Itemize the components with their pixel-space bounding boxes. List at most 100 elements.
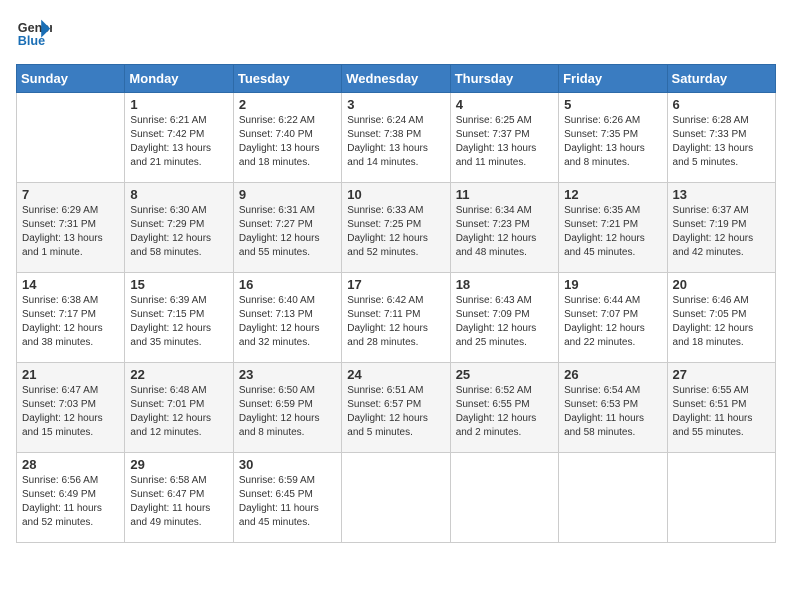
calendar-cell: 18 Sunrise: 6:43 AM Sunset: 7:09 PM Dayli…	[450, 273, 558, 363]
calendar-cell: 29 Sunrise: 6:58 AM Sunset: 6:47 PM Dayli…	[125, 453, 233, 543]
day-number: 17	[347, 277, 444, 292]
calendar-cell: 27 Sunrise: 6:55 AM Sunset: 6:51 PM Dayli…	[667, 363, 775, 453]
day-info: Sunrise: 6:52 AM Sunset: 6:55 PM Dayligh…	[456, 384, 553, 440]
day-info: Sunrise: 6:28 AM Sunset: 7:33 PM Dayligh…	[673, 114, 770, 170]
calendar-header-thursday: Thursday	[450, 65, 558, 93]
day-info: Sunrise: 6:58 AM Sunset: 6:47 PM Dayligh…	[130, 474, 227, 530]
day-number: 24	[347, 367, 444, 382]
day-info: Sunrise: 6:47 AM Sunset: 7:03 PM Dayligh…	[22, 384, 119, 440]
day-info: Sunrise: 6:29 AM Sunset: 7:31 PM Dayligh…	[22, 204, 119, 260]
day-number: 25	[456, 367, 553, 382]
calendar-cell: 13 Sunrise: 6:37 AM Sunset: 7:19 PM Dayli…	[667, 183, 775, 273]
calendar-week-4: 21 Sunrise: 6:47 AM Sunset: 7:03 PM Dayli…	[17, 363, 776, 453]
calendar-cell: 20 Sunrise: 6:46 AM Sunset: 7:05 PM Dayli…	[667, 273, 775, 363]
calendar-cell: 15 Sunrise: 6:39 AM Sunset: 7:15 PM Dayli…	[125, 273, 233, 363]
day-info: Sunrise: 6:39 AM Sunset: 7:15 PM Dayligh…	[130, 294, 227, 350]
day-number: 8	[130, 187, 227, 202]
calendar-header-tuesday: Tuesday	[233, 65, 341, 93]
day-info: Sunrise: 6:42 AM Sunset: 7:11 PM Dayligh…	[347, 294, 444, 350]
day-info: Sunrise: 6:22 AM Sunset: 7:40 PM Dayligh…	[239, 114, 336, 170]
day-number: 2	[239, 97, 336, 112]
page-header: General Blue	[16, 16, 776, 52]
calendar-cell: 2 Sunrise: 6:22 AM Sunset: 7:40 PM Daylig…	[233, 93, 341, 183]
day-info: Sunrise: 6:50 AM Sunset: 6:59 PM Dayligh…	[239, 384, 336, 440]
day-number: 4	[456, 97, 553, 112]
day-info: Sunrise: 6:46 AM Sunset: 7:05 PM Dayligh…	[673, 294, 770, 350]
calendar-cell: 6 Sunrise: 6:28 AM Sunset: 7:33 PM Daylig…	[667, 93, 775, 183]
day-info: Sunrise: 6:51 AM Sunset: 6:57 PM Dayligh…	[347, 384, 444, 440]
day-info: Sunrise: 6:34 AM Sunset: 7:23 PM Dayligh…	[456, 204, 553, 260]
day-number: 6	[673, 97, 770, 112]
calendar-cell: 23Sunrise: 6:50 AM Sunset: 6:59 PM Dayli…	[233, 363, 341, 453]
day-info: Sunrise: 6:25 AM Sunset: 7:37 PM Dayligh…	[456, 114, 553, 170]
calendar-cell: 16Sunrise: 6:40 AM Sunset: 7:13 PM Dayli…	[233, 273, 341, 363]
calendar-cell: 10Sunrise: 6:33 AM Sunset: 7:25 PM Dayli…	[342, 183, 450, 273]
day-info: Sunrise: 6:43 AM Sunset: 7:09 PM Dayligh…	[456, 294, 553, 350]
calendar-cell	[450, 453, 558, 543]
day-number: 27	[673, 367, 770, 382]
day-number: 15	[130, 277, 227, 292]
day-number: 11	[456, 187, 553, 202]
day-number: 19	[564, 277, 661, 292]
calendar-cell: 19Sunrise: 6:44 AM Sunset: 7:07 PM Dayli…	[559, 273, 667, 363]
calendar-cell: 25 Sunrise: 6:52 AM Sunset: 6:55 PM Dayli…	[450, 363, 558, 453]
calendar-cell	[559, 453, 667, 543]
calendar-header-monday: Monday	[125, 65, 233, 93]
calendar-cell: 21 Sunrise: 6:47 AM Sunset: 7:03 PM Dayli…	[17, 363, 125, 453]
day-info: Sunrise: 6:38 AM Sunset: 7:17 PM Dayligh…	[22, 294, 119, 350]
calendar-cell	[667, 453, 775, 543]
day-info: Sunrise: 6:30 AM Sunset: 7:29 PM Dayligh…	[130, 204, 227, 260]
day-number: 22	[130, 367, 227, 382]
calendar-cell: 8 Sunrise: 6:30 AM Sunset: 7:29 PM Daylig…	[125, 183, 233, 273]
day-number: 20	[673, 277, 770, 292]
day-info: Sunrise: 6:54 AM Sunset: 6:53 PM Dayligh…	[564, 384, 661, 440]
day-number: 7	[22, 187, 119, 202]
calendar-week-2: 7 Sunrise: 6:29 AM Sunset: 7:31 PM Daylig…	[17, 183, 776, 273]
calendar-cell: 1 Sunrise: 6:21 AM Sunset: 7:42 PM Daylig…	[125, 93, 233, 183]
calendar-cell	[17, 93, 125, 183]
calendar-cell: 5 Sunrise: 6:26 AM Sunset: 7:35 PM Daylig…	[559, 93, 667, 183]
day-info: Sunrise: 6:59 AM Sunset: 6:45 PM Dayligh…	[239, 474, 336, 530]
calendar-cell: 22 Sunrise: 6:48 AM Sunset: 7:01 PM Dayli…	[125, 363, 233, 453]
logo: General Blue	[16, 16, 52, 52]
svg-text:Blue: Blue	[18, 34, 45, 48]
day-number: 9	[239, 187, 336, 202]
day-info: Sunrise: 6:33 AM Sunset: 7:25 PM Dayligh…	[347, 204, 444, 260]
day-number: 28	[22, 457, 119, 472]
calendar-cell: 28 Sunrise: 6:56 AM Sunset: 6:49 PM Dayli…	[17, 453, 125, 543]
calendar-header-wednesday: Wednesday	[342, 65, 450, 93]
day-number: 18	[456, 277, 553, 292]
calendar-cell: 17 Sunrise: 6:42 AM Sunset: 7:11 PM Dayli…	[342, 273, 450, 363]
day-number: 30	[239, 457, 336, 472]
calendar-header-sunday: Sunday	[17, 65, 125, 93]
day-number: 12	[564, 187, 661, 202]
day-info: Sunrise: 6:37 AM Sunset: 7:19 PM Dayligh…	[673, 204, 770, 260]
calendar-week-1: 1 Sunrise: 6:21 AM Sunset: 7:42 PM Daylig…	[17, 93, 776, 183]
day-number: 5	[564, 97, 661, 112]
calendar-cell: 12Sunrise: 6:35 AM Sunset: 7:21 PM Dayli…	[559, 183, 667, 273]
calendar-cell: 3 Sunrise: 6:24 AM Sunset: 7:38 PM Daylig…	[342, 93, 450, 183]
calendar-cell: 7 Sunrise: 6:29 AM Sunset: 7:31 PM Daylig…	[17, 183, 125, 273]
day-number: 3	[347, 97, 444, 112]
calendar-header-row: SundayMondayTuesdayWednesdayThursdayFrid…	[17, 65, 776, 93]
day-info: Sunrise: 6:55 AM Sunset: 6:51 PM Dayligh…	[673, 384, 770, 440]
day-info: Sunrise: 6:48 AM Sunset: 7:01 PM Dayligh…	[130, 384, 227, 440]
day-info: Sunrise: 6:24 AM Sunset: 7:38 PM Dayligh…	[347, 114, 444, 170]
day-info: Sunrise: 6:40 AM Sunset: 7:13 PM Dayligh…	[239, 294, 336, 350]
calendar-table: SundayMondayTuesdayWednesdayThursdayFrid…	[16, 64, 776, 543]
day-number: 13	[673, 187, 770, 202]
day-info: Sunrise: 6:21 AM Sunset: 7:42 PM Dayligh…	[130, 114, 227, 170]
calendar-cell: 11 Sunrise: 6:34 AM Sunset: 7:23 PM Dayli…	[450, 183, 558, 273]
calendar-header-saturday: Saturday	[667, 65, 775, 93]
day-number: 21	[22, 367, 119, 382]
day-info: Sunrise: 6:26 AM Sunset: 7:35 PM Dayligh…	[564, 114, 661, 170]
day-info: Sunrise: 6:31 AM Sunset: 7:27 PM Dayligh…	[239, 204, 336, 260]
calendar-header-friday: Friday	[559, 65, 667, 93]
calendar-week-3: 14 Sunrise: 6:38 AM Sunset: 7:17 PM Dayli…	[17, 273, 776, 363]
calendar-cell	[342, 453, 450, 543]
day-number: 29	[130, 457, 227, 472]
calendar-cell: 9 Sunrise: 6:31 AM Sunset: 7:27 PM Daylig…	[233, 183, 341, 273]
day-number: 14	[22, 277, 119, 292]
day-info: Sunrise: 6:56 AM Sunset: 6:49 PM Dayligh…	[22, 474, 119, 530]
day-number: 1	[130, 97, 227, 112]
